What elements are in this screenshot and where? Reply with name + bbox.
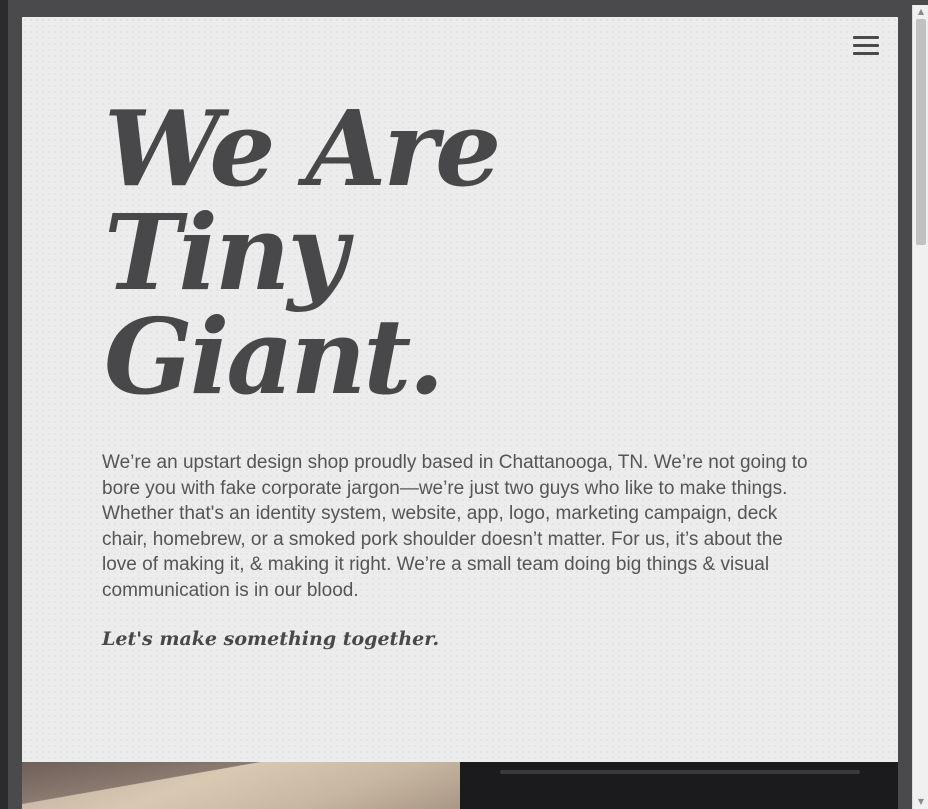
scroll-up-arrow-icon[interactable]: ▲ bbox=[913, 5, 928, 19]
intro-paragraph: We’re an upstart design shop proudly bas… bbox=[102, 452, 808, 601]
hero-title-line-2: Tiny bbox=[104, 191, 348, 314]
hamburger-menu-icon[interactable] bbox=[848, 31, 884, 63]
portfolio-image-left[interactable] bbox=[22, 762, 460, 809]
page-content: We Are Tiny Giant. We’re an upstart desi… bbox=[22, 17, 898, 809]
menu-bar-top bbox=[853, 36, 879, 39]
vertical-scrollbar[interactable]: ▲ ▼ bbox=[912, 5, 928, 809]
hero-title-line-1: We Are bbox=[104, 87, 501, 210]
scroll-down-arrow-icon[interactable]: ▼ bbox=[913, 795, 928, 809]
portfolio-image-right[interactable] bbox=[460, 762, 898, 809]
cta-link[interactable]: Let's make something together. bbox=[102, 626, 439, 652]
hero-title: We Are Tiny Giant. bbox=[104, 87, 501, 418]
menu-bar-bottom bbox=[853, 52, 879, 55]
background-edge bbox=[0, 0, 8, 809]
menu-bar-middle bbox=[853, 44, 879, 47]
hero-title-line-3: Giant. bbox=[104, 295, 445, 418]
scrollbar-thumb[interactable] bbox=[916, 19, 926, 245]
